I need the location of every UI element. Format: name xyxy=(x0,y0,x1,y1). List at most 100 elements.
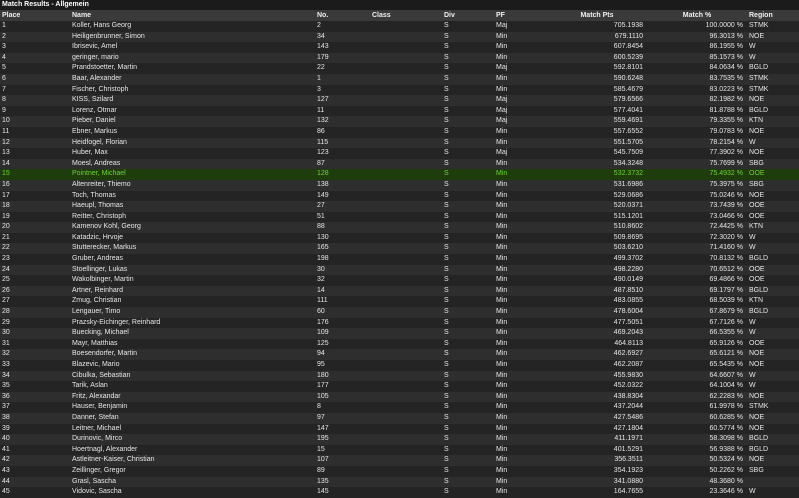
cell-match-pts: 164.7655 xyxy=(547,487,647,498)
cell-div: S xyxy=(442,317,494,329)
cell-div: S xyxy=(442,31,494,43)
col-header-match-pct[interactable]: Match % xyxy=(647,10,747,21)
cell-match-pts: 600.5239 xyxy=(547,52,647,64)
cell-place: 1 xyxy=(0,21,70,32)
col-header-match-pts[interactable]: Match Pts xyxy=(547,10,647,21)
cell-pf: Min xyxy=(494,211,547,223)
table-row[interactable]: 12 Heidfogel, Florian 115 S Min 551.5705 78.21… xyxy=(0,137,799,149)
table-row[interactable]: 20 Kamenov Kohl, Georg 88 S Min 510.8602 72.44… xyxy=(0,222,799,233)
table-row[interactable]: 30 Buecking, Michael 109 S Min 469.2043 66.535… xyxy=(0,328,799,339)
cell-div: S xyxy=(442,148,494,159)
table-row[interactable]: 2 Heiligenbrunner, Simon 34 S Min 679.1110 96.… xyxy=(0,31,799,43)
table-row[interactable]: 3 Ibrisevic, Amel 143 S Min 607.8454 86.1955 %… xyxy=(0,42,799,53)
table-row[interactable]: 19 Reitter, Christoph 51 S Min 515.1201 73.046… xyxy=(0,211,799,223)
cell-place: 13 xyxy=(0,148,70,159)
table-row[interactable]: 37 Hauser, Benjamin 8 S Min 437.2044 61.9978 %… xyxy=(0,402,799,413)
table-row[interactable]: 5 Prandstoetter, Martin 22 S Maj 592.8101 84.0… xyxy=(0,63,799,74)
table-row[interactable]: 4 geringer, mario 179 S Min 600.5239 85.1573 %… xyxy=(0,52,799,64)
table-row[interactable]: 29 Prazsky-Eichinger, Reinhard 176 S Min 477.… xyxy=(0,317,799,329)
cell-name: Lengauer, Timo xyxy=(70,307,315,318)
cell-match-pct: 79.0783 % xyxy=(647,126,747,138)
col-header-pf[interactable]: PF xyxy=(494,10,547,21)
cell-match-pts: 462.2087 xyxy=(547,360,647,371)
table-row[interactable]: 15 Pointner, Michael 128 S Min 532.3732 75.493… xyxy=(0,169,799,180)
cell-place: 4 xyxy=(0,52,70,64)
cell-match-pct: 65.6121 % xyxy=(647,349,747,360)
cell-match-pts: 503.6210 xyxy=(547,243,647,255)
table-row[interactable]: 39 Leitner, Michael 147 S Min 427.1804 60.5774… xyxy=(0,423,799,435)
cell-class xyxy=(370,370,442,382)
table-row[interactable]: 14 Moesl, Andreas 87 S Min 534.3248 75.7699 % S… xyxy=(0,158,799,170)
col-header-place[interactable]: Place xyxy=(0,10,70,21)
table-row[interactable]: 28 Lengauer, Timo 60 S Min 478.6004 67.8679 % B… xyxy=(0,307,799,318)
table-row[interactable]: 24 Stoellinger, Lukas 30 S Min 498.2280 70.651… xyxy=(0,264,799,276)
table-row[interactable]: 27 Zmug, Christian 111 S Min 483.0855 68.5039 … xyxy=(0,296,799,308)
table-row[interactable]: 36 Fritz, Alexandar 105 S Min 438.8304 62.2283… xyxy=(0,391,799,403)
cell-match-pts: 354.1923 xyxy=(547,465,647,477)
cell-class xyxy=(370,232,442,244)
table-row[interactable]: 25 Wakolbinger, Martin 32 S Min 490.0149 69.48… xyxy=(0,275,799,286)
table-row[interactable]: 10 Pieber, Daniel 132 S Maj 559.4691 79.3355 %… xyxy=(0,116,799,127)
table-row[interactable]: 35 Tarik, Aslan 177 S Min 452.0322 64.1004 % W xyxy=(0,381,799,392)
col-header-class[interactable]: Class xyxy=(370,10,442,21)
col-header-div[interactable]: Div xyxy=(442,10,494,21)
table-row[interactable]: 26 Artner, Reinhard 14 S Min 487.8510 69.1797 … xyxy=(0,285,799,297)
col-header-no[interactable]: No. xyxy=(315,10,370,21)
cell-div: S xyxy=(442,328,494,339)
table-row[interactable]: 34 Cibulka, Sebastian 180 S Min 455.9830 64.66… xyxy=(0,370,799,382)
table-row[interactable]: 8 KISS, Szilard 127 S Maj 579.6566 82.1982 % NO… xyxy=(0,95,799,106)
table-row[interactable]: 41 Hoertnagl, Alexander 15 S Min 401.5291 56.9… xyxy=(0,444,799,456)
table-row[interactable]: 23 Gruber, Andreas 198 S Min 499.3702 70.8132 … xyxy=(0,254,799,265)
table-row[interactable]: 13 Huber, Max 123 S Maj 545.7509 77.3902 % NOE xyxy=(0,148,799,159)
cell-match-pts: 529.0686 xyxy=(547,190,647,202)
table-row[interactable]: 21 Katadzic, Hrvoje 130 S Min 509.8695 72.3020… xyxy=(0,232,799,244)
cell-region: OOE xyxy=(747,201,799,212)
table-row[interactable]: 6 Baar, Alexander 1 S Min 590.6248 83.7535 % ST… xyxy=(0,73,799,85)
cell-div: S xyxy=(442,360,494,371)
cell-class xyxy=(370,338,442,350)
table-row[interactable]: 16 Altenreiter, Thiemo 138 S Min 531.6986 75.3… xyxy=(0,179,799,191)
cell-region: NOE xyxy=(747,148,799,159)
table-row[interactable]: 1 Koller, Hans Georg 2 S Maj 705.1938 100.0000… xyxy=(0,21,799,32)
table-row[interactable]: 38 Danner, Stefan 97 S Min 427.5486 60.6285 % N… xyxy=(0,412,799,424)
cell-place: 45 xyxy=(0,487,70,498)
col-header-region[interactable]: Region xyxy=(747,10,799,21)
cell-match-pct: 66.5355 % xyxy=(647,328,747,339)
cell-place: 9 xyxy=(0,105,70,117)
table-row[interactable]: 31 Mayr, Matthias 125 S Min 464.8113 65.9126 %… xyxy=(0,338,799,350)
cell-match-pts: 534.3248 xyxy=(547,158,647,170)
col-header-name[interactable]: Name xyxy=(70,10,315,21)
cell-div: S xyxy=(442,381,494,392)
cell-match-pts: 520.0371 xyxy=(547,201,647,212)
cell-no: 14 xyxy=(315,285,370,297)
cell-pf: Min xyxy=(494,52,547,64)
cell-class xyxy=(370,84,442,96)
cell-no: 195 xyxy=(315,434,370,445)
cell-name: Stoellinger, Lukas xyxy=(70,264,315,276)
table-row[interactable]: 32 Boesendorfer, Martin 94 S Min 462.6927 65.6… xyxy=(0,349,799,360)
cell-pf: Maj xyxy=(494,95,547,106)
cell-match-pct: 73.0466 % xyxy=(647,211,747,223)
cell-region: W xyxy=(747,317,799,329)
cell-match-pts: 490.0149 xyxy=(547,275,647,286)
table-row[interactable]: 45 Vidovic, Sascha 145 S Min 164.7655 23.3646 … xyxy=(0,487,799,498)
cell-region: BGLD xyxy=(747,63,799,74)
table-row[interactable]: 33 Blazevic, Mario 95 S Min 462.2087 65.5435 %… xyxy=(0,360,799,371)
cell-match-pct: 75.7699 % xyxy=(647,158,747,170)
table-row[interactable]: 43 Zeillinger, Gregor 89 S Min 354.1923 50.226… xyxy=(0,465,799,477)
table-row[interactable]: 22 Stutterecker, Markus 165 S Min 503.6210 71.… xyxy=(0,243,799,255)
table-row[interactable]: 40 Durinovic, Mirco 195 S Min 411.1971 58.3098… xyxy=(0,434,799,445)
cell-div: S xyxy=(442,455,494,466)
cell-region: NOE xyxy=(747,349,799,360)
cell-match-pct: 50.2262 % xyxy=(647,465,747,477)
table-row[interactable]: 11 Ebner, Markus 86 S Min 557.6552 79.0783 % NO… xyxy=(0,126,799,138)
table-row[interactable]: 17 Toch, Thomas 149 S Min 529.0686 75.0246 % NO… xyxy=(0,190,799,202)
table-row[interactable]: 42 Astleitner-Kaiser, Christian 107 S Min 356… xyxy=(0,455,799,466)
table-row[interactable]: 18 Haeupl, Thomas 27 S Min 520.0371 73.7439 % O… xyxy=(0,201,799,212)
table-row[interactable]: 9 Lorenz, Otmar 11 S Maj 577.4041 81.8788 % BGL… xyxy=(0,105,799,117)
cell-match-pct: 65.9126 % xyxy=(647,338,747,350)
cell-no: 60 xyxy=(315,307,370,318)
cell-class xyxy=(370,52,442,64)
cell-pf: Min xyxy=(494,190,547,202)
table-row[interactable]: 7 Fischer, Christoph 3 S Min 585.4679 83.0223 … xyxy=(0,84,799,96)
